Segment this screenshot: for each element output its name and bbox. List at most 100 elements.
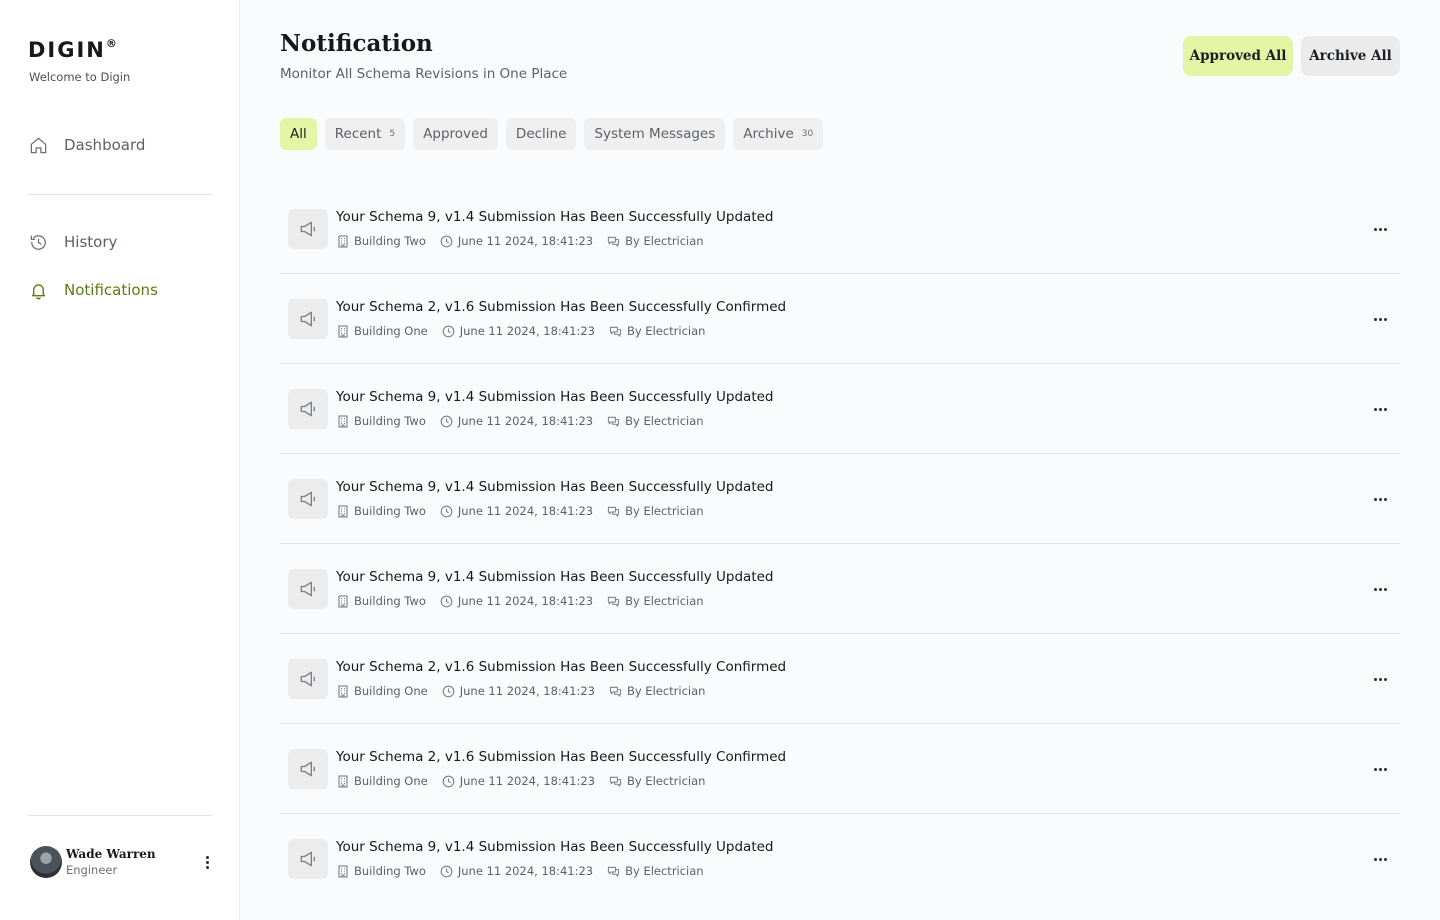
more-options-icon[interactable]: [1372, 221, 1388, 237]
more-options-icon[interactable]: [1372, 491, 1388, 507]
notification-building: Building Two: [354, 414, 426, 428]
notification-building: Building Two: [354, 504, 426, 518]
chat-icon: [607, 865, 620, 878]
notification-author: By Electrician: [626, 684, 706, 698]
bell-icon: [28, 280, 48, 300]
notification-row[interactable]: Your Schema 9, v1.4 Submission Has Been …: [280, 184, 1400, 274]
notification-meta: Building One June 11 2024, 18:41:23 By E…: [336, 324, 719, 338]
notification-row[interactable]: Your Schema 2, v1.6 Submission Has Been …: [280, 274, 1400, 364]
tab-count: 5: [389, 129, 396, 139]
notification-meta: Building One June 11 2024, 18:41:23 By E…: [336, 684, 719, 698]
notification-list: Your Schema 9, v1.4 Submission Has Been …: [280, 184, 1400, 904]
building-icon: [336, 234, 349, 248]
chat-icon: [609, 775, 622, 788]
tab-system-messages[interactable]: System Messages: [584, 118, 726, 150]
notification-author: By Electrician: [625, 864, 704, 878]
kebab-menu-icon[interactable]: [199, 852, 215, 872]
sidebar-item-label: Dashboard: [64, 136, 146, 154]
brand-logo[interactable]: DIGIN®: [28, 37, 117, 62]
more-options-icon[interactable]: [1372, 761, 1388, 777]
notification-row[interactable]: Your Schema 9, v1.4 Submission Has Been …: [280, 454, 1400, 544]
notification-title: Your Schema 9, v1.4 Submission Has Been …: [336, 389, 774, 405]
tab-recent[interactable]: Recent 5: [324, 118, 406, 150]
more-options-icon[interactable]: [1372, 401, 1388, 417]
notification-author: By Electrician: [625, 504, 704, 518]
building-icon: [336, 324, 349, 338]
notification-meta: Building Two June 11 2024, 18:41:23 By E…: [336, 864, 718, 878]
notification-title: Your Schema 2, v1.6 Submission Has Been …: [336, 659, 787, 675]
tab-approved[interactable]: Approved: [413, 118, 498, 150]
megaphone-icon: [288, 209, 328, 249]
tab-label: All: [290, 126, 307, 142]
megaphone-icon: [288, 389, 328, 429]
building-icon: [336, 594, 349, 608]
more-options-icon[interactable]: [1372, 311, 1388, 327]
building-icon: [336, 774, 349, 788]
clock-icon: [442, 775, 455, 788]
notification-meta: Building One June 11 2024, 18:41:23 By E…: [336, 774, 719, 788]
sidebar-item-notifications[interactable]: Notifications: [28, 280, 158, 300]
notification-meta: Building Two June 11 2024, 18:41:23 By E…: [336, 234, 718, 248]
sidebar-item-dashboard[interactable]: Dashboard: [28, 135, 145, 155]
notification-time: June 11 2024, 18:41:23: [459, 684, 595, 698]
user-role: Engineer: [66, 863, 118, 877]
sidebar-item-history[interactable]: History: [28, 232, 117, 252]
notification-title: Your Schema 9, v1.4 Submission Has Been …: [336, 209, 774, 225]
notification-building: Building Two: [354, 234, 426, 248]
notification-author: By Electrician: [626, 324, 706, 338]
welcome-text: Welcome to Digin: [29, 70, 131, 84]
user-profile[interactable]: Wade Warren Engineer: [30, 846, 215, 878]
user-name: Wade Warren: [66, 847, 156, 861]
tab-archive[interactable]: Archive 30: [733, 118, 824, 150]
notification-time: June 11 2024, 18:41:23: [457, 504, 594, 518]
notification-author: By Electrician: [626, 774, 706, 788]
sidebar: DIGIN® Welcome to Digin Dashboard Histor…: [0, 0, 240, 920]
notification-author: By Electrician: [625, 414, 704, 428]
archive-all-button[interactable]: Archive All: [1301, 36, 1400, 76]
notification-row[interactable]: Your Schema 9, v1.4 Submission Has Been …: [280, 814, 1400, 904]
chat-icon: [607, 235, 620, 248]
more-options-icon[interactable]: [1372, 671, 1388, 687]
more-options-icon[interactable]: [1372, 851, 1388, 867]
notification-title: Your Schema 9, v1.4 Submission Has Been …: [336, 569, 774, 585]
sidebar-item-label: History: [64, 233, 118, 251]
tab-label: Decline: [515, 126, 567, 142]
more-options-icon[interactable]: [1372, 581, 1388, 597]
building-icon: [336, 684, 349, 698]
approve-all-button[interactable]: Approved All: [1183, 36, 1293, 76]
tab-decline[interactable]: Decline: [505, 118, 577, 150]
clock-icon: [440, 595, 453, 608]
notification-title: Your Schema 2, v1.6 Submission Has Been …: [336, 299, 787, 315]
notification-time: June 11 2024, 18:41:23: [457, 864, 594, 878]
megaphone-icon: [288, 659, 328, 699]
clock-icon: [442, 685, 455, 698]
page-subtitle: Monitor All Schema Revisions in One Plac…: [280, 66, 568, 82]
home-icon: [28, 135, 48, 155]
clock-icon: [440, 235, 453, 248]
sidebar-item-label: Notifications: [64, 281, 158, 299]
building-icon: [336, 864, 349, 878]
notification-building: Building Two: [354, 594, 426, 608]
notification-title: Your Schema 9, v1.4 Submission Has Been …: [336, 839, 774, 855]
notification-meta: Building Two June 11 2024, 18:41:23 By E…: [336, 504, 718, 518]
tab-all[interactable]: All: [280, 118, 317, 150]
building-icon: [336, 504, 349, 518]
tab-label: Archive: [743, 126, 794, 142]
megaphone-icon: [288, 839, 328, 879]
notification-author: By Electrician: [625, 594, 704, 608]
notification-row[interactable]: Your Schema 2, v1.6 Submission Has Been …: [280, 634, 1400, 724]
building-icon: [336, 414, 349, 428]
notification-row[interactable]: Your Schema 9, v1.4 Submission Has Been …: [280, 364, 1400, 454]
clock-icon: [440, 415, 453, 428]
notification-time: June 11 2024, 18:41:23: [459, 324, 595, 338]
notification-row[interactable]: Your Schema 2, v1.6 Submission Has Been …: [280, 724, 1400, 814]
notification-building: Building One: [354, 774, 428, 788]
notification-building: Building One: [354, 324, 428, 338]
history-icon: [28, 232, 48, 252]
notification-row[interactable]: Your Schema 9, v1.4 Submission Has Been …: [280, 544, 1400, 634]
tab-label: Recent: [334, 126, 382, 142]
notification-time: June 11 2024, 18:41:23: [457, 234, 594, 248]
notification-time: June 11 2024, 18:41:23: [459, 774, 595, 788]
notification-title: Your Schema 9, v1.4 Submission Has Been …: [336, 479, 774, 495]
chat-icon: [609, 325, 622, 338]
